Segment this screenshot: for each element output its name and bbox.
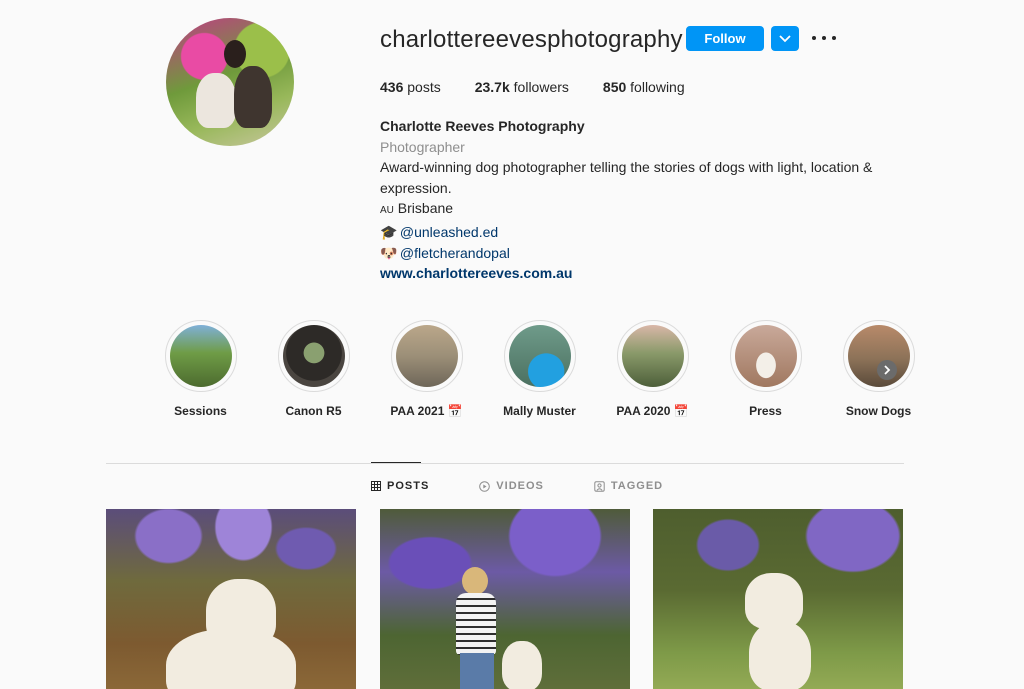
chevron-right-icon <box>884 365 891 375</box>
profile-username: charlottereevesphotography <box>380 26 683 53</box>
highlight-label: Snow Dogs <box>845 404 912 418</box>
avatar-dog-shape <box>196 73 236 128</box>
dog-shape <box>166 629 296 689</box>
bio-mention-line: 🐶 @fletcherandopal <box>380 243 900 264</box>
highlight-label: Press <box>749 404 782 418</box>
following-stat[interactable]: 850 following <box>603 79 685 95</box>
highlight-thumbnail <box>508 325 571 387</box>
dog-shape <box>502 641 542 689</box>
tab-label: POSTS <box>387 480 430 492</box>
profile-tabs: POSTS VIDEOS TAGGED <box>371 480 663 492</box>
highlight-thumbnail <box>847 325 910 387</box>
tag-icon <box>594 480 605 492</box>
graduation-cap-icon: 🎓 <box>380 223 398 240</box>
person-legs-shape <box>460 653 494 689</box>
profile-location: AU Brisbane <box>380 200 454 217</box>
profile-full-name: Charlotte Reeves Photography <box>380 118 585 134</box>
mention-link[interactable]: @fletcherandopal <box>400 245 510 261</box>
dog-shape <box>749 621 811 689</box>
tab-posts[interactable]: POSTS <box>371 480 429 492</box>
play-icon <box>479 480 491 492</box>
tab-videos[interactable]: VIDEOS <box>479 480 544 492</box>
grid-icon <box>371 481 381 491</box>
highlight-thumbnail <box>169 325 232 387</box>
highlights-next-button[interactable] <box>877 360 897 380</box>
avatar-dog-shape <box>234 66 272 128</box>
dot-icon <box>822 36 826 40</box>
followers-stat[interactable]: 23.7k followers <box>475 79 569 95</box>
dog-face-icon: 🐶 <box>380 244 398 261</box>
tab-label: VIDEOS <box>496 480 544 492</box>
mention-link[interactable]: @unleashed.ed <box>400 224 498 240</box>
more-options-button[interactable] <box>812 30 836 46</box>
story-highlights: Sessions Canon R5 PAA 2021 📅 Mally Muste… <box>144 320 935 418</box>
suggested-accounts-button[interactable] <box>771 26 799 51</box>
post-thumbnail[interactable] <box>380 509 630 689</box>
person-body-shape <box>456 593 496 655</box>
highlight-label: Canon R5 <box>285 404 342 418</box>
profile-stats: 436 posts 23.7k followers 850 following <box>380 79 685 95</box>
profile-bio: Charlotte Reeves Photography Photographe… <box>380 116 900 284</box>
tab-label: TAGGED <box>610 480 664 492</box>
profile-category: Photographer <box>380 138 465 155</box>
highlight-thumbnail <box>282 325 345 387</box>
website-link[interactable]: www.charlottereeves.com.au <box>380 263 900 284</box>
active-tab-indicator <box>371 462 421 463</box>
post-thumbnail[interactable] <box>106 509 356 689</box>
post-thumbnail[interactable] <box>653 509 903 689</box>
tab-tagged[interactable]: TAGGED <box>594 480 663 492</box>
profile-avatar[interactable] <box>166 18 294 146</box>
highlight-label: Mally Muster <box>503 404 576 418</box>
profile-description: Award-winning dog photographer telling t… <box>380 159 873 196</box>
highlight-thumbnail <box>395 325 458 387</box>
avatar-person-shape <box>224 40 246 68</box>
chevron-down-icon <box>779 34 791 42</box>
highlight-mally-muster[interactable]: Mally Muster <box>483 320 596 418</box>
posts-stat: 436 posts <box>380 79 441 95</box>
highlight-paa-2020[interactable]: PAA 2020 📅 <box>596 320 709 418</box>
highlight-press[interactable]: Press <box>709 320 822 418</box>
highlight-label: PAA 2021 📅 <box>390 404 463 418</box>
tabs-divider <box>106 463 904 464</box>
highlight-thumbnail <box>621 325 684 387</box>
dot-icon <box>832 36 836 40</box>
follow-button[interactable]: Follow <box>686 26 764 51</box>
dot-icon <box>812 36 816 40</box>
person-head-shape <box>462 567 488 595</box>
highlight-label: PAA 2020 📅 <box>616 404 689 418</box>
au-flag-icon: AU <box>380 205 394 217</box>
bio-mention-line: 🎓 @unleashed.ed <box>380 222 900 243</box>
highlight-paa-2021[interactable]: PAA 2021 📅 <box>370 320 483 418</box>
highlight-sessions[interactable]: Sessions <box>144 320 257 418</box>
highlight-thumbnail <box>734 325 797 387</box>
highlight-label: Sessions <box>174 404 227 418</box>
highlight-canon-r5[interactable]: Canon R5 <box>257 320 370 418</box>
